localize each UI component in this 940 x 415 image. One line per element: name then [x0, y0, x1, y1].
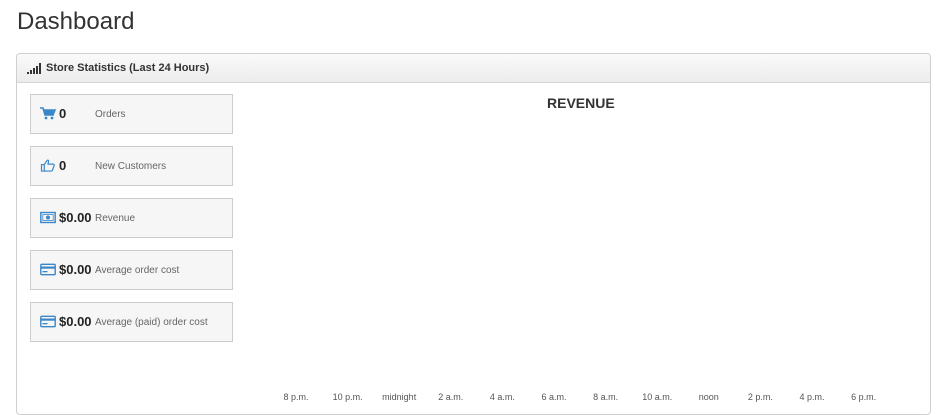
x-tick-label: 6 p.m.: [851, 392, 876, 402]
x-tick-label: 6 a.m.: [541, 392, 566, 402]
x-tick-label: 4 p.m.: [799, 392, 824, 402]
revenue-chart: 8 p.m. 10 p.m. midnight 2 a.m. 4 a.m. 6 a.m. 8…: [283, 392, 876, 402]
x-tick-label: 2 a.m.: [438, 392, 463, 402]
x-tick-label: 8 a.m.: [593, 392, 618, 402]
page-title: Dashboard: [17, 8, 135, 35]
x-tick-label: 8 p.m.: [283, 392, 308, 402]
x-tick-label: 2 p.m.: [748, 392, 773, 402]
x-tick-label: 10 a.m.: [642, 392, 672, 402]
x-tick-label: 10 p.m.: [333, 392, 363, 402]
x-tick-label: midnight: [382, 392, 417, 402]
x-tick-label: noon: [699, 392, 719, 402]
store-statistics-panel: Store Statistics (Last 24 Hours) 0 Order…: [16, 53, 931, 415]
x-tick-label: 4 a.m.: [490, 392, 515, 402]
